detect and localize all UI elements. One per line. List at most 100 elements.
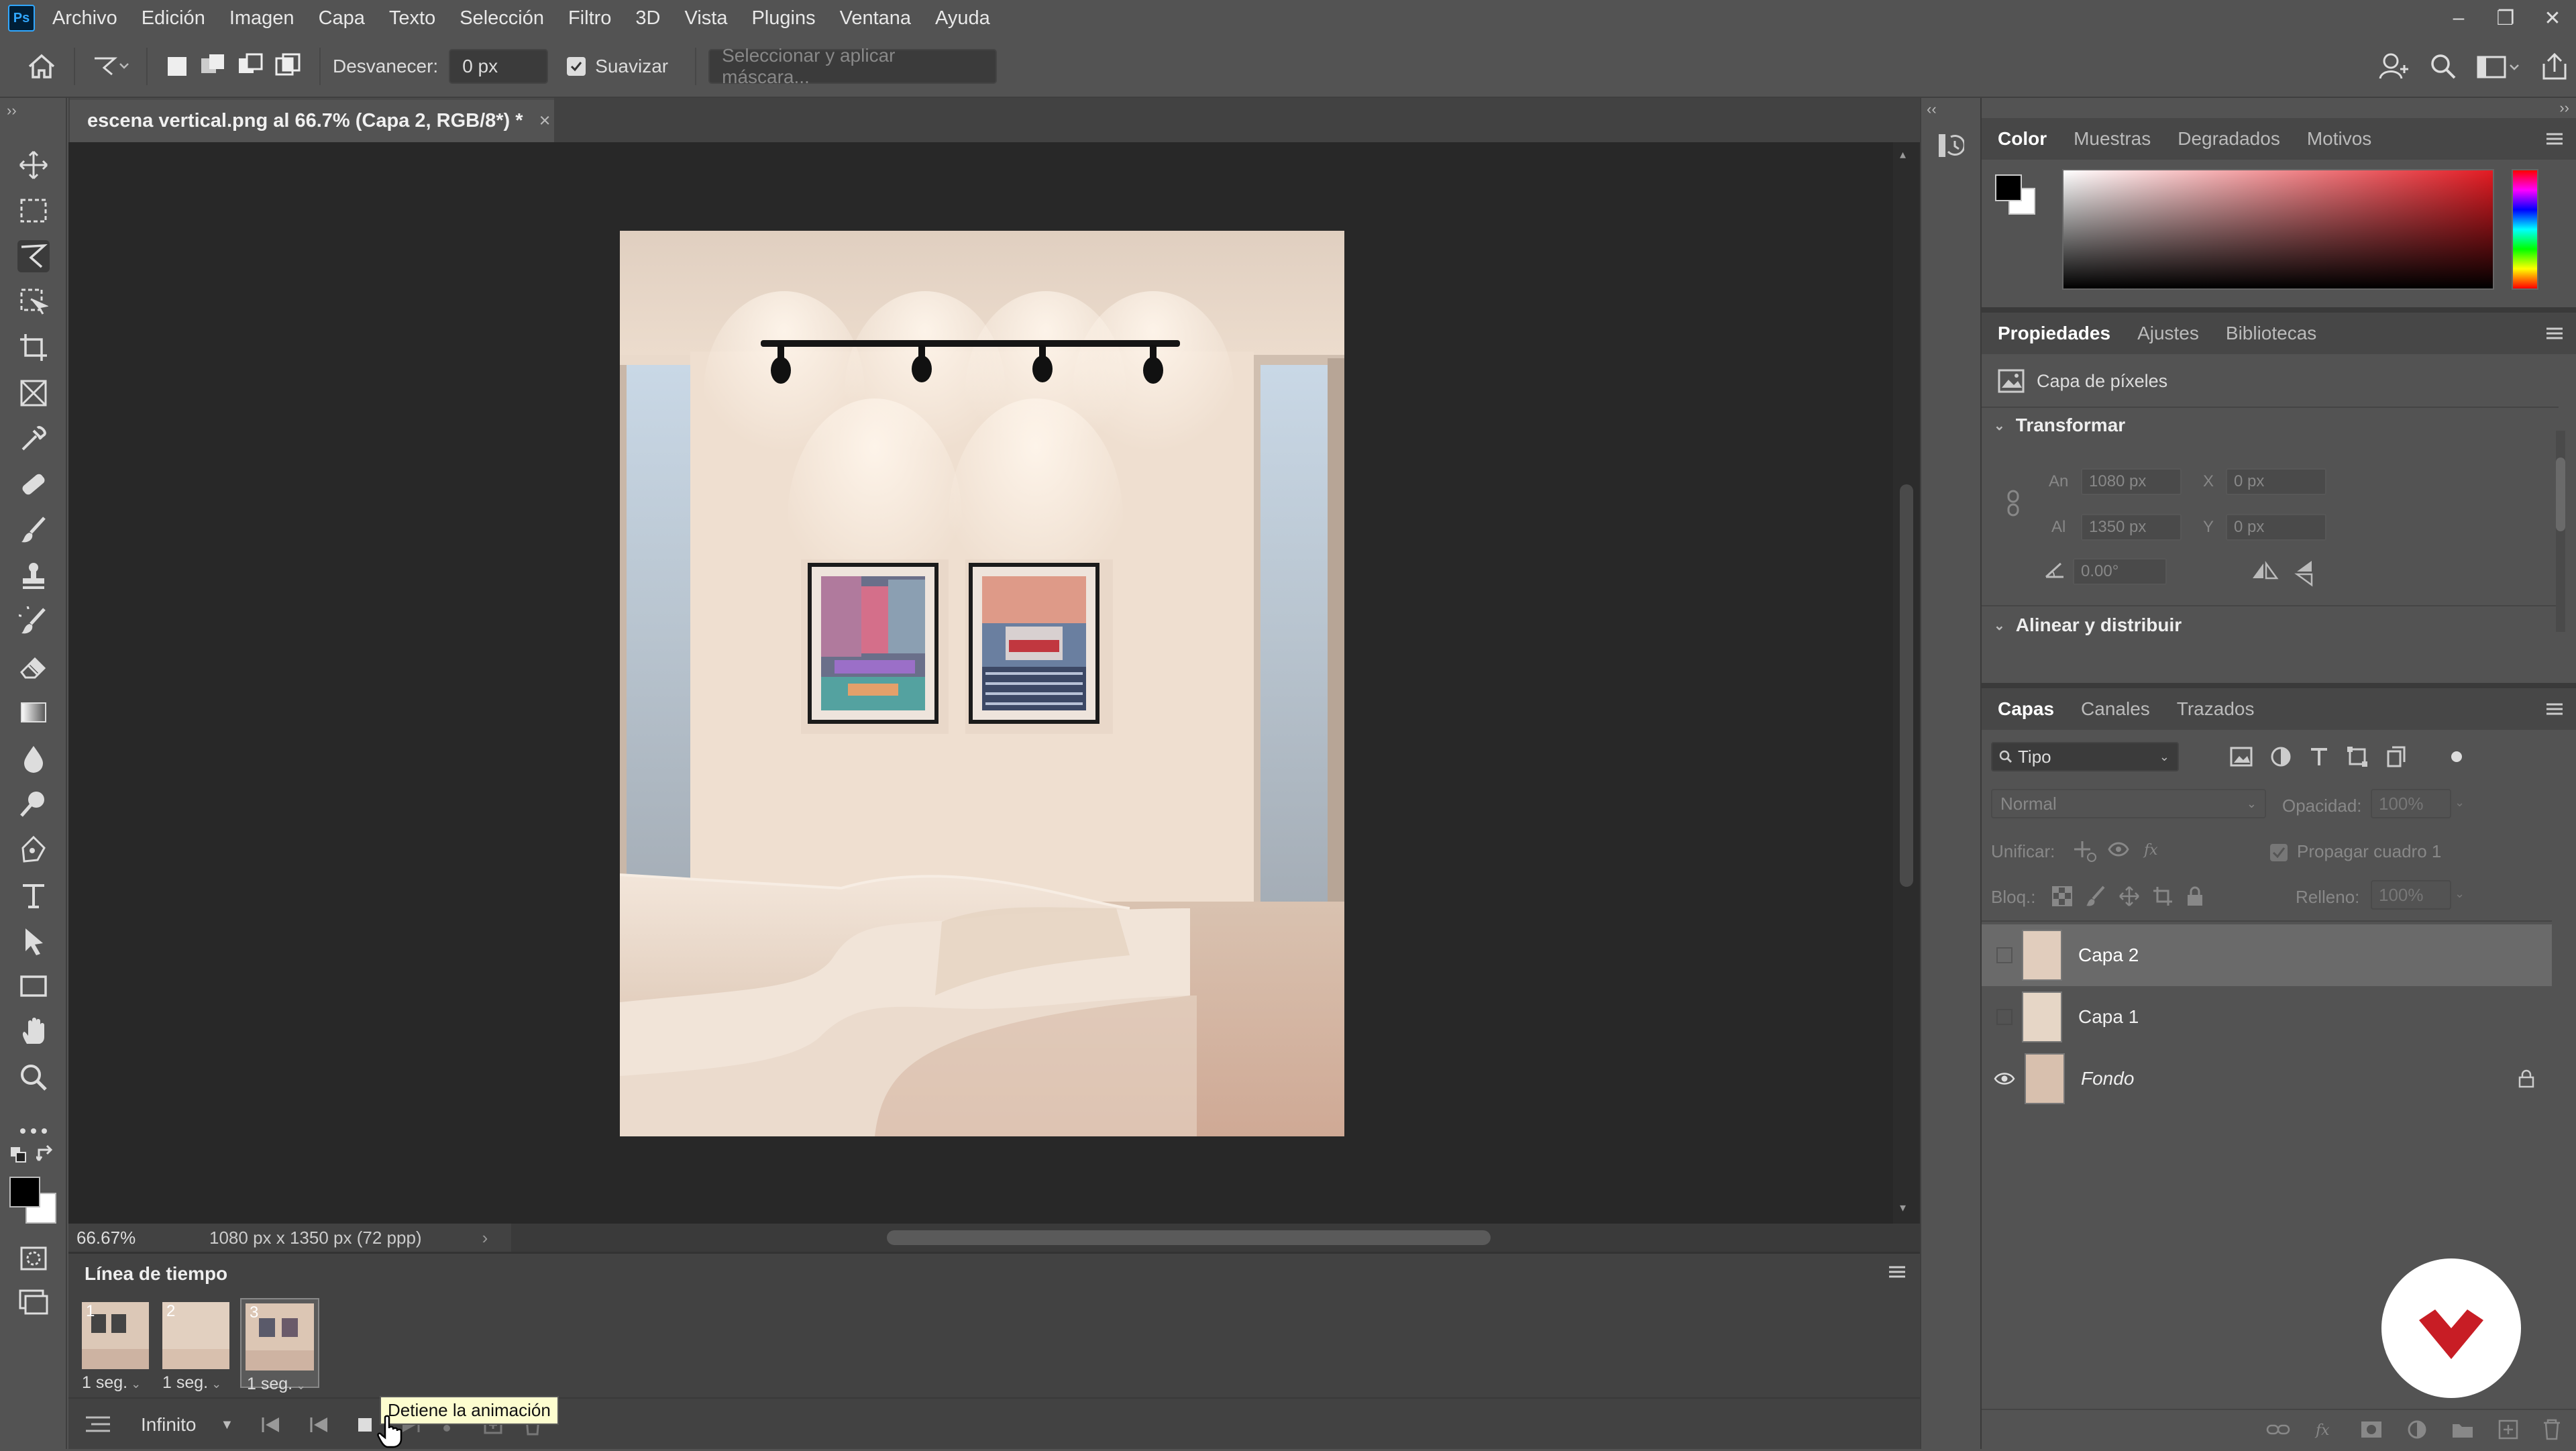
move-tool-icon[interactable] [17,149,50,181]
vertical-scroll-thumb[interactable] [1900,484,1913,887]
healing-brush-tool-icon[interactable] [17,468,50,500]
close-window-button[interactable]: ✕ [2529,7,2576,30]
transform-section[interactable]: ⌄ Transformar [1994,415,2125,436]
menu-item[interactable]: Archivo [52,7,117,30]
share-icon[interactable] [2540,52,2569,81]
share-user-icon[interactable] [2377,52,2410,81]
horizontal-scroll-thumb[interactable] [887,1230,1491,1245]
tab-gradients[interactable]: Degradados [2178,128,2280,150]
menu-item[interactable]: Edición [142,7,205,30]
type-filter-icon[interactable] [2309,747,2329,767]
workspace-icon[interactable] [2477,53,2520,80]
add-mask-icon[interactable] [2360,1420,2383,1439]
new-layer-icon[interactable] [2498,1419,2518,1440]
restore-button[interactable]: ❐ [2482,7,2529,30]
tab-layers[interactable]: Capas [1998,698,2054,720]
convert-timeline-icon[interactable] [85,1415,111,1435]
adjustment-layer-icon[interactable] [2407,1419,2427,1440]
object-select-tool-icon[interactable] [17,286,50,318]
screen-mode-icon[interactable] [17,1285,50,1318]
close-tab-icon[interactable]: × [539,110,551,132]
y-input[interactable]: 0 px [2226,514,2326,541]
layer-filter-select[interactable]: Tipo ⌄ [1991,742,2179,771]
vertical-scrollbar[interactable]: ▴ ▾ [1893,142,1920,1224]
layer-row[interactable]: Capa 1 [1982,986,2552,1048]
color-field[interactable] [2062,169,2494,290]
frame-delay[interactable]: 1 seg. [247,1375,292,1393]
home-icon[interactable] [21,46,62,87]
frame-delay[interactable]: 1 seg. [162,1373,208,1392]
stop-animation-icon[interactable] [357,1417,373,1433]
lock-artboard-icon[interactable] [2152,885,2174,907]
tab-properties[interactable]: Propiedades [1998,323,2110,344]
x-input[interactable]: 0 px [2226,468,2326,495]
opacity-input[interactable]: 100% [2371,789,2451,818]
hue-slider[interactable] [2512,169,2538,290]
menu-item[interactable]: Vista [685,7,728,30]
menu-item[interactable]: Texto [389,7,435,30]
chevron-down-icon[interactable]: ⌄ [2455,796,2465,810]
polygonal-lasso-preset-icon[interactable] [87,46,134,87]
properties-scrollbar[interactable] [2556,431,2565,632]
layer-name[interactable]: Fondo [2081,1068,2134,1089]
first-frame-icon[interactable] [260,1416,282,1434]
foreground-color-chip[interactable] [1995,174,2022,201]
link-layers-icon[interactable] [2266,1423,2290,1436]
lock-transparency-icon[interactable] [2051,885,2073,907]
stamp-tool-icon[interactable] [17,559,50,592]
menu-item[interactable]: Capa [319,7,365,30]
width-input[interactable]: 1080 px [2081,468,2182,495]
tab-color[interactable]: Color [1998,128,2047,150]
new-selection-icon[interactable] [160,55,195,78]
status-menu-arrow[interactable]: › [482,1228,488,1248]
intersect-selection-icon[interactable] [270,53,307,80]
menu-item[interactable]: Filtro [568,7,611,30]
minimize-button[interactable]: – [2435,7,2482,30]
menu-item[interactable]: 3D [635,7,660,30]
visibility-toggle[interactable] [1996,1009,2012,1025]
collapse-panels-icon[interactable]: ›› [2559,99,2569,117]
image-filter-icon[interactable] [2230,747,2253,767]
align-section[interactable]: ⌄ Alinear y distribuir [1994,614,2182,636]
loop-select[interactable]: Infinito [141,1414,197,1436]
menu-item[interactable]: Plugins [751,7,815,30]
fill-input[interactable]: 100% [2371,880,2451,910]
swap-colors-icon[interactable] [36,1144,56,1165]
visibility-toggle[interactable] [1996,947,2012,963]
panel-menu-icon[interactable] [2545,326,2564,341]
lasso-tool-icon[interactable] [17,240,50,272]
marquee-tool-icon[interactable] [17,195,50,227]
previous-frame-icon[interactable] [309,1416,330,1434]
timeline-frame[interactable]: 1 1 seg. ⌄ [82,1302,152,1392]
layer-name[interactable]: Capa 1 [2078,1006,2139,1028]
menu-item[interactable]: Imagen [229,7,294,30]
tab-adjustments[interactable]: Ajustes [2137,323,2199,344]
loop-dropdown-icon[interactable]: ▼ [221,1417,234,1433]
hand-tool-icon[interactable] [17,1016,50,1048]
eye-icon[interactable] [1994,1071,2015,1086]
add-selection-icon[interactable] [195,53,232,80]
shape-filter-icon[interactable] [2347,746,2368,767]
smart-object-filter-icon[interactable] [2385,746,2406,767]
new-group-icon[interactable] [2451,1420,2474,1439]
lock-position-icon[interactable] [2118,885,2140,907]
subtract-selection-icon[interactable] [232,53,270,80]
propagate-checkbox[interactable] [2270,844,2288,861]
lock-pixels-icon[interactable] [2085,885,2106,907]
history-panel-icon[interactable] [1936,131,1964,160]
horizontal-scrollbar[interactable] [511,1224,1920,1252]
unify-style-icon[interactable]: fx [2143,840,2167,863]
tab-patterns[interactable]: Motivos [2307,128,2371,150]
eyedropper-tool-icon[interactable] [17,423,50,455]
layer-row[interactable]: Fondo [1982,1048,2552,1110]
feather-input[interactable]: 0 px [449,49,549,84]
height-input[interactable]: 1350 px [2081,514,2182,541]
zoom-tool-icon[interactable] [17,1061,50,1093]
tab-channels[interactable]: Canales [2081,698,2150,720]
panel-menu-icon[interactable] [2545,702,2564,716]
tab-swatches[interactable]: Muestras [2074,128,2151,150]
select-and-mask-button[interactable]: Seleccionar y aplicar máscara... [708,45,998,87]
layer-name[interactable]: Capa 2 [2078,945,2139,966]
panel-menu-icon[interactable] [1888,1265,1907,1279]
path-select-tool-icon[interactable] [17,924,50,957]
